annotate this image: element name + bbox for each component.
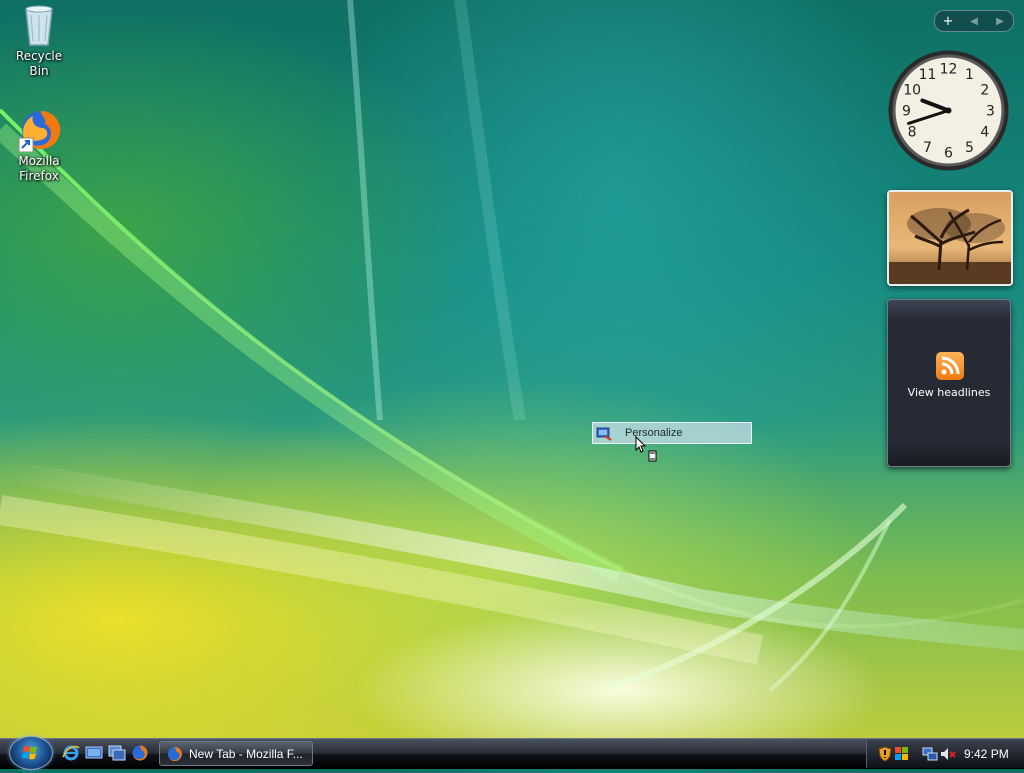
clock-number: 11: [919, 67, 937, 83]
firefox-icon: [132, 745, 148, 761]
clock-gadget[interactable]: 12 1 2 3 4 5 6 7 8 9 10 11: [886, 48, 1011, 173]
clock-number: 7: [923, 140, 932, 156]
add-gadget-button[interactable]: +: [937, 14, 959, 29]
previous-page-button[interactable]: ◀: [963, 16, 985, 27]
tree-photo: [889, 192, 1011, 284]
clock-face: 12 12 3 45678 9 1011: [888, 50, 1009, 171]
personalize-icon: [596, 426, 612, 441]
next-page-button[interactable]: ▶: [989, 16, 1011, 27]
clock-number: 9: [902, 104, 911, 120]
clock-number: 4: [980, 125, 989, 141]
switch-windows-icon: [108, 745, 126, 761]
windows-logo-icon: [22, 745, 37, 760]
volume-muted-icon[interactable]: [940, 746, 956, 762]
recycle-bin-label: Recycle Bin: [15, 49, 63, 78]
clock-number: 2: [980, 83, 989, 99]
sidebar-toolbar: + ◀ ▶: [934, 10, 1014, 32]
quick-launch-firefox[interactable]: [131, 744, 149, 762]
clock-number: 5: [965, 140, 974, 156]
wallpaper-streaks: [0, 0, 1024, 693]
quick-launch-switch-windows[interactable]: [108, 744, 126, 762]
taskbar-button-label: New Tab - Mozilla F...: [189, 746, 303, 761]
view-headlines-link[interactable]: View headlines: [888, 386, 1010, 399]
quick-launch-show-desktop[interactable]: [85, 744, 103, 762]
firefox-icon: [17, 108, 61, 153]
clock-number: 8: [908, 125, 917, 141]
desktop-icon-recycle-bin[interactable]: Recycle Bin: [7, 3, 71, 79]
internet-explorer-icon: [62, 745, 80, 761]
context-menu: Personalize: [592, 422, 752, 444]
clock-number: 10: [903, 83, 921, 99]
clock-number: 1: [965, 67, 974, 83]
windows-security-flag-icon[interactable]: [894, 746, 910, 762]
recycle-bin-icon: [17, 3, 61, 47]
feed-headlines-gadget[interactable]: View headlines: [887, 299, 1011, 467]
quick-launch-ie[interactable]: [62, 744, 80, 762]
network-icon[interactable]: [922, 746, 938, 762]
start-button[interactable]: [9, 736, 53, 770]
clock-number: 3: [986, 104, 995, 120]
clock-number: 6: [944, 146, 953, 162]
rss-icon: [936, 352, 964, 380]
clock-number: 12: [940, 62, 958, 78]
notification-area: 9:42 PM: [866, 740, 1024, 768]
system-clock[interactable]: 9:42 PM: [964, 747, 1009, 761]
slideshow-gadget[interactable]: [887, 190, 1013, 286]
desktop-icon-firefox[interactable]: Mozilla Firefox: [7, 108, 71, 184]
firefox-label: Mozilla Firefox: [18, 154, 60, 183]
show-desktop-icon: [85, 746, 103, 759]
firefox-icon: [168, 746, 182, 761]
mouse-cursor-icon: [635, 436, 657, 462]
security-shield-icon[interactable]: [877, 746, 893, 762]
taskbar-button-firefox[interactable]: New Tab - Mozilla F...: [159, 741, 313, 766]
